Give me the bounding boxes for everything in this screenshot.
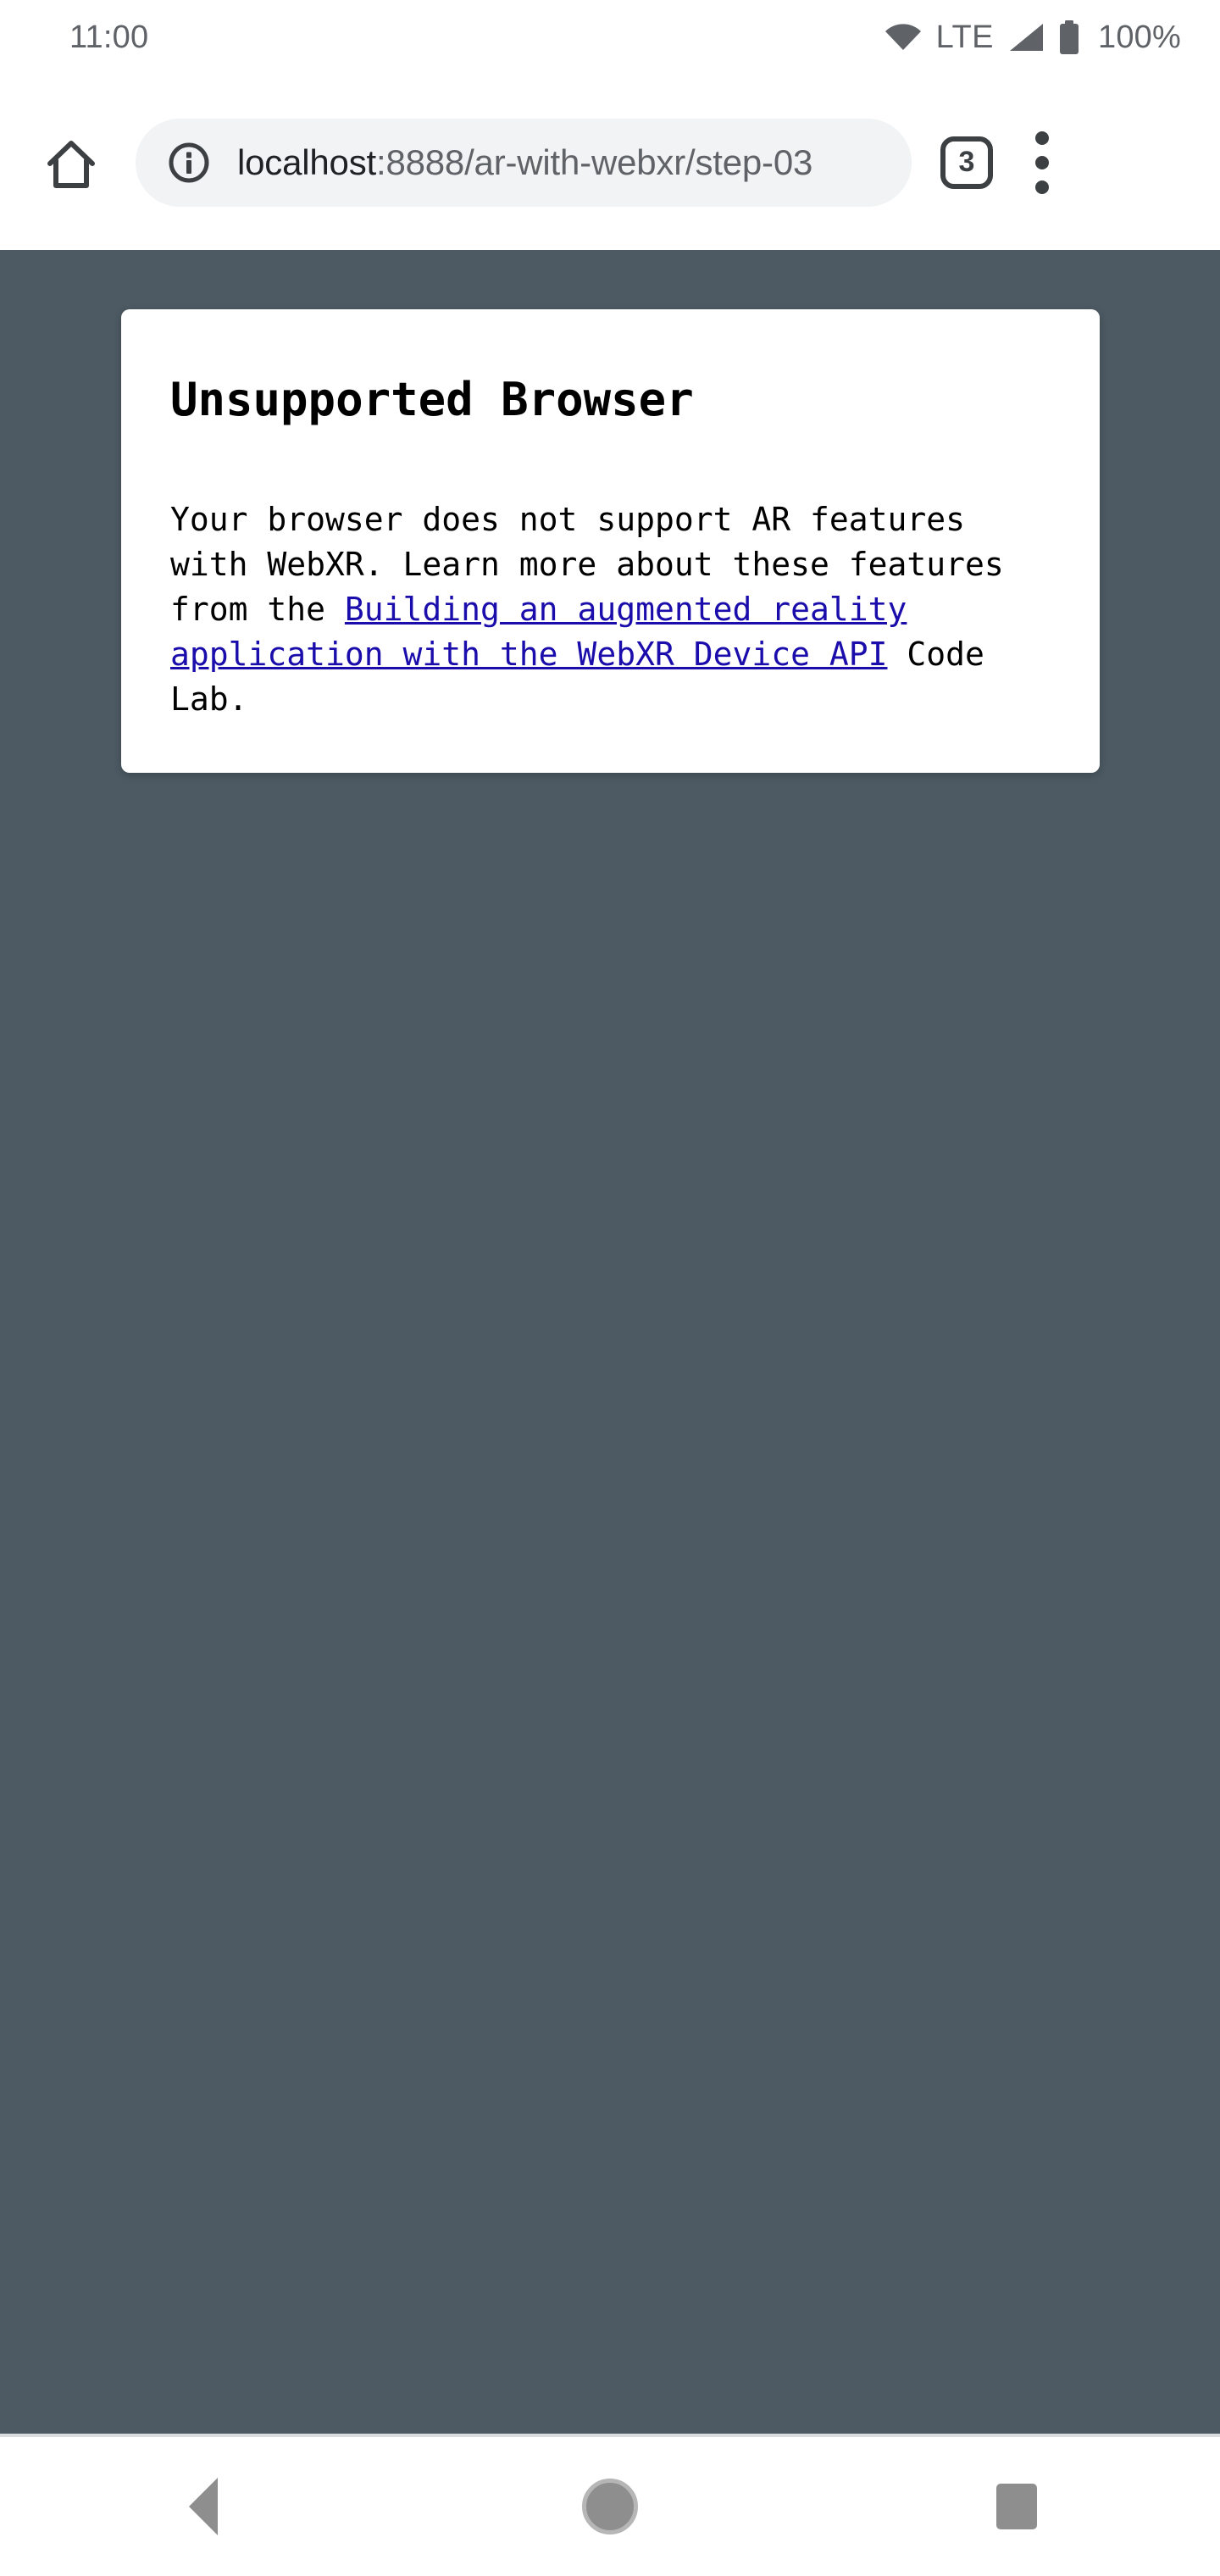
page-body-text: Your browser does not support AR feature… xyxy=(170,497,1051,722)
battery-icon xyxy=(1058,20,1080,54)
home-circle-icon xyxy=(582,2479,638,2534)
wifi-icon xyxy=(884,24,922,51)
status-clock: 11:00 xyxy=(69,19,149,55)
menu-dot xyxy=(1035,155,1049,169)
url-path: :8888/ar-with-webxr/step-03 xyxy=(375,142,813,182)
network-type-label: LTE xyxy=(935,19,994,55)
tab-switcher-button[interactable]: 3 xyxy=(940,136,993,189)
status-indicators: LTE 100% xyxy=(884,19,1181,56)
web-page-viewport: Unsupported Browser Your browser does no… xyxy=(0,250,1220,2434)
phone-screen: 11:00 LTE 100% localhost:8888/ar-with-we… xyxy=(0,0,1220,2576)
nav-home-button[interactable] xyxy=(525,2435,695,2576)
menu-dot xyxy=(1035,130,1049,145)
battery-percent-label: 100% xyxy=(1098,19,1181,55)
nav-recents-button[interactable] xyxy=(932,2435,1101,2576)
unsupported-browser-card: Unsupported Browser Your browser does no… xyxy=(121,309,1100,774)
address-bar[interactable]: localhost:8888/ar-with-webxr/step-03 xyxy=(136,118,912,207)
back-triangle-icon xyxy=(189,2478,218,2535)
url-host: localhost xyxy=(237,142,376,182)
android-navigation-bar xyxy=(0,2434,1220,2576)
nav-back-button[interactable] xyxy=(119,2435,288,2576)
home-icon[interactable] xyxy=(25,117,117,208)
signal-icon xyxy=(1008,23,1044,52)
menu-dot xyxy=(1035,180,1049,194)
tab-count-label: 3 xyxy=(958,146,975,178)
address-bar-url[interactable]: localhost:8888/ar-with-webxr/step-03 xyxy=(237,142,812,183)
overflow-menu-icon[interactable] xyxy=(1001,117,1083,208)
page-title: Unsupported Browser xyxy=(170,373,694,426)
site-info-icon[interactable] xyxy=(168,142,210,184)
browser-toolbar: localhost:8888/ar-with-webxr/step-03 3 xyxy=(0,75,1220,250)
status-bar: 11:00 LTE 100% xyxy=(0,0,1220,75)
recents-square-icon xyxy=(996,2484,1037,2529)
